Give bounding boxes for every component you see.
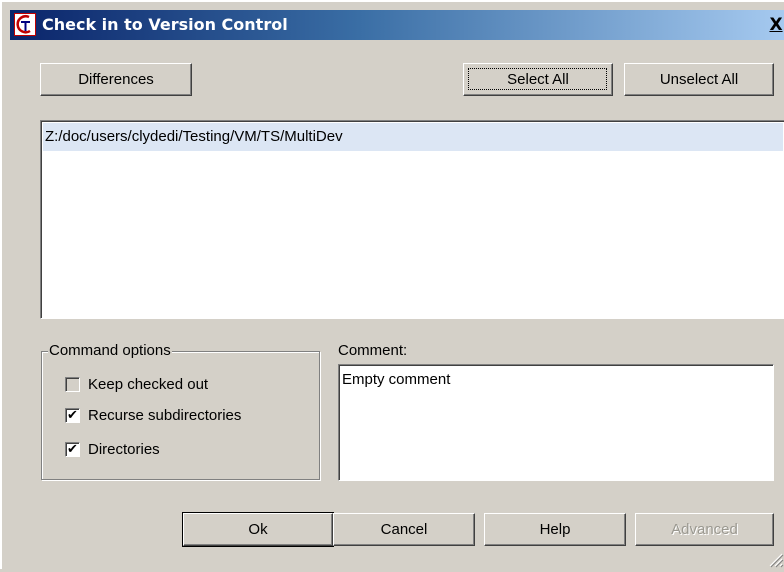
app-icon <box>14 13 36 36</box>
resize-grip-icon[interactable] <box>766 550 784 568</box>
recurse-subdirectories-option[interactable]: ✔ Recurse subdirectories <box>65 404 241 426</box>
close-icon[interactable]: X <box>766 14 784 36</box>
keep-checked-out-checkbox[interactable] <box>65 376 80 392</box>
advanced-button-label: Advanced <box>671 521 738 538</box>
directories-option[interactable]: ✔ Directories <box>65 438 160 460</box>
select-all-button[interactable]: Select All <box>463 63 613 96</box>
ok-button-label: Ok <box>248 521 268 538</box>
help-button-label: Help <box>539 521 571 538</box>
command-options-title: Command options <box>48 341 172 361</box>
unselect-all-button[interactable]: Unselect All <box>624 63 774 96</box>
file-list[interactable]: Z:/doc/users/clydedi/Testing/VM/TS/Multi… <box>40 120 784 319</box>
advanced-button: Advanced <box>635 513 774 546</box>
comment-label: Comment: <box>338 342 408 359</box>
list-item[interactable]: Z:/doc/users/clydedi/Testing/VM/TS/Multi… <box>43 123 783 151</box>
unselect-all-button-label: Unselect All <box>659 71 739 88</box>
recurse-subdirectories-checkbox[interactable]: ✔ <box>65 407 80 423</box>
help-button[interactable]: Help <box>484 513 626 546</box>
directories-label: Directories <box>88 440 160 458</box>
ok-button[interactable]: Ok <box>182 512 334 547</box>
cancel-button-label: Cancel <box>380 521 428 538</box>
comment-field[interactable]: Empty comment <box>338 364 774 481</box>
window-title: Check in to Version Control <box>42 15 288 34</box>
title-bar[interactable]: Check in to Version Control X <box>10 10 784 40</box>
select-all-button-label: Select All <box>507 71 569 88</box>
differences-button[interactable]: Differences <box>40 63 192 96</box>
keep-checked-out-option[interactable]: Keep checked out <box>65 373 208 395</box>
cancel-button[interactable]: Cancel <box>333 513 475 546</box>
differences-button-label: Differences <box>78 71 154 88</box>
keep-checked-out-label: Keep checked out <box>88 375 209 393</box>
directories-checkbox[interactable]: ✔ <box>65 441 80 457</box>
recurse-subdirectories-label: Recurse subdirectories <box>88 406 242 424</box>
dialog-window: Check in to Version Control X Difference… <box>0 0 784 569</box>
